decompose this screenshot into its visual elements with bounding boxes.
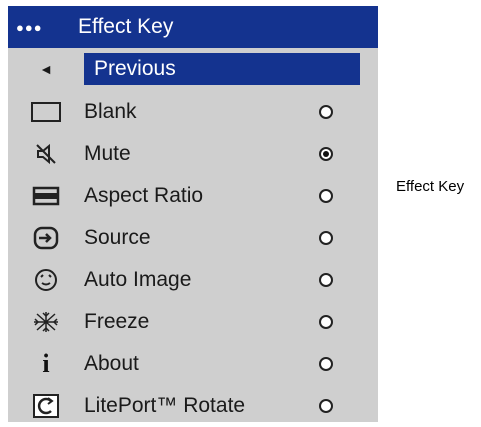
rotate-icon (8, 385, 84, 427)
side-caption: Effect Key (396, 178, 465, 195)
menu-title: Effect Key (78, 15, 174, 38)
option-freeze[interactable]: Freeze (8, 301, 378, 343)
radio-liteport-rotate[interactable] (319, 399, 333, 413)
previous-arrow-icon: ◄ (39, 61, 53, 77)
option-about[interactable]: i About (8, 343, 378, 385)
option-auto-image[interactable]: Auto Image (8, 259, 378, 301)
option-aspect-ratio[interactable]: Aspect Ratio (8, 175, 378, 217)
blank-screen-icon (8, 91, 84, 133)
radio-auto-image[interactable] (319, 273, 333, 287)
title-dots: ●●● (16, 19, 43, 35)
menu-title-bar: ●●● Effect Key (8, 6, 378, 48)
radio-mute[interactable] (319, 147, 333, 161)
option-liteport-rotate[interactable]: LitePort™ Rotate (8, 385, 378, 427)
option-blank[interactable]: Blank (8, 91, 378, 133)
option-mute[interactable]: Mute (8, 133, 378, 175)
radio-aspect-ratio[interactable] (319, 189, 333, 203)
source-icon (8, 217, 84, 259)
radio-about[interactable] (319, 357, 333, 371)
option-label: Source (84, 226, 151, 249)
option-label: About (84, 352, 139, 375)
freeze-icon (8, 301, 84, 343)
option-source[interactable]: Source (8, 217, 378, 259)
option-label: Mute (84, 142, 131, 165)
auto-image-icon (8, 259, 84, 301)
previous-label: Previous (94, 57, 176, 80)
effect-key-menu: ●●● Effect Key ◄ Previous Blank Mute Asp… (8, 6, 378, 422)
about-icon: i (42, 349, 50, 378)
radio-source[interactable] (319, 231, 333, 245)
radio-freeze[interactable] (319, 315, 333, 329)
option-label: Auto Image (84, 268, 192, 291)
option-label: Freeze (84, 310, 150, 333)
option-label: Blank (84, 100, 137, 123)
previous-row[interactable]: ◄ Previous (8, 48, 378, 90)
previous-button[interactable]: Previous (84, 53, 360, 85)
mute-icon (8, 133, 84, 175)
option-label: LitePort™ Rotate (84, 394, 246, 417)
option-label: Aspect Ratio (84, 184, 204, 207)
radio-blank[interactable] (319, 105, 333, 119)
aspect-ratio-icon (8, 175, 84, 217)
